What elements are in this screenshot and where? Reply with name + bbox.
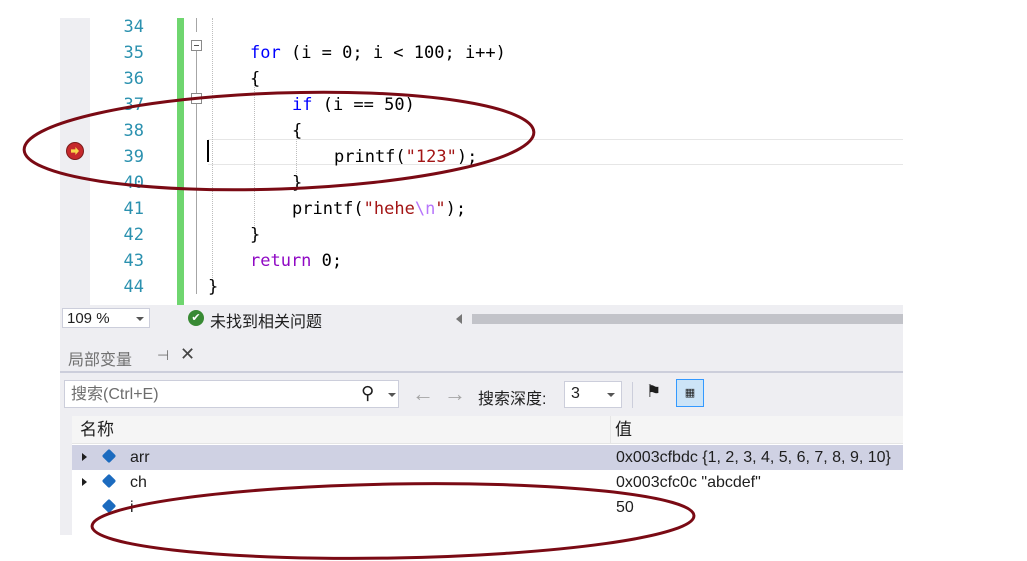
zoom-value: 109 % xyxy=(67,310,110,327)
vs-debugger-window: 34 35 for (i = 0; i < 100; i++) 36 {37 if (i … xyxy=(60,18,903,535)
scroll-left-icon[interactable] xyxy=(456,314,462,324)
table-row[interactable]: arr 0x003cfbdc {1, 2, 3, 4, 5, 6, 7, 8, … xyxy=(72,445,903,470)
code-token: \n xyxy=(414,199,436,219)
expand-arrow-icon[interactable] xyxy=(82,478,87,486)
issues-status[interactable]: 未找到相关问题 xyxy=(210,308,322,332)
chevron-down-icon xyxy=(607,393,615,397)
text-caret xyxy=(207,140,209,162)
variable-name: i xyxy=(130,499,134,516)
line-number: 40 xyxy=(123,173,144,193)
line-number: 36 xyxy=(123,69,144,89)
code-token: printf( xyxy=(334,147,406,167)
code-token: 0; xyxy=(311,251,343,271)
code-line[interactable]: printf("hehe\n"); xyxy=(292,196,466,222)
pin-icon[interactable]: ⊣ xyxy=(157,347,169,364)
collapse-if-block-icon[interactable] xyxy=(191,93,202,104)
line-number: 44 xyxy=(123,277,144,297)
line-number: 39 xyxy=(123,147,144,167)
variable-name: ch xyxy=(130,474,147,491)
search-depth-value: 3 xyxy=(571,385,580,402)
code-token: return xyxy=(250,251,312,271)
horizontal-scrollbar[interactable] xyxy=(472,314,903,324)
variable-value[interactable]: 0x003cfc0c "abcdef" xyxy=(616,470,761,495)
outline-line xyxy=(196,18,197,32)
code-token: { xyxy=(292,121,303,141)
code-editor[interactable]: 34 35 for (i = 0; i < 100; i++) 36 {37 if (i … xyxy=(60,18,903,305)
breakpoint-current-statement-icon[interactable] xyxy=(66,142,84,160)
change-tracking-bar xyxy=(177,18,184,305)
check-circle-icon: ✔ xyxy=(188,310,204,326)
code-token: if xyxy=(292,95,313,115)
line-number: 34 xyxy=(123,18,144,37)
chevron-down-icon xyxy=(136,317,144,321)
code-token: "hehe xyxy=(363,199,415,219)
pin-filter-icon[interactable]: ⚑ xyxy=(646,382,661,402)
line-number: 43 xyxy=(123,251,144,271)
search-icon[interactable]: ⚲ xyxy=(361,383,374,404)
line-number: 41 xyxy=(123,199,144,219)
line-number: 35 xyxy=(123,43,144,63)
code-line[interactable]: } xyxy=(250,222,260,248)
indent-guide xyxy=(254,78,255,240)
search-box[interactable]: ⚲ xyxy=(64,380,399,408)
toolbar-separator xyxy=(632,382,633,408)
code-line[interactable]: for (i = 0; i < 100; i++) xyxy=(250,40,506,66)
code-token: "123" xyxy=(405,147,457,167)
code-token: (i = 0; i < 100; i++) xyxy=(280,43,506,63)
glyph-margin[interactable] xyxy=(60,18,90,305)
editor-status-strip: 109 % ✔ 未找到相关问题 xyxy=(60,305,903,332)
variable-icon xyxy=(101,498,117,514)
line-number: 38 xyxy=(123,121,144,141)
search-input[interactable] xyxy=(69,383,353,407)
search-depth-dropdown[interactable]: 3 xyxy=(564,381,622,408)
line-number: 37 xyxy=(123,95,144,115)
code-token: ); xyxy=(445,199,467,219)
close-icon[interactable]: ✕ xyxy=(180,344,195,365)
zoom-dropdown[interactable]: 109 % xyxy=(62,308,150,328)
locals-panel: 局部变量 ⊣ ✕ ⚲ ← → 搜索深度: 3 ⚑ ▦ 名称 值 arr 0x00… xyxy=(60,332,903,535)
code-token: } xyxy=(208,277,219,297)
code-token: ); xyxy=(456,147,478,167)
code-line[interactable]: } xyxy=(208,274,218,300)
variable-icon xyxy=(101,473,117,489)
code-token: { xyxy=(250,69,261,89)
collapse-for-block-icon[interactable] xyxy=(191,40,202,51)
line-number: 42 xyxy=(123,225,144,245)
column-header-value[interactable]: 值 xyxy=(611,416,903,444)
code-line[interactable]: { xyxy=(250,66,260,92)
variable-name: arr xyxy=(130,449,150,466)
expand-arrow-icon[interactable] xyxy=(82,453,87,461)
variable-icon xyxy=(101,448,117,464)
outline-line xyxy=(196,51,197,93)
table-row[interactable]: i 50 xyxy=(72,495,903,520)
current-line-highlight xyxy=(208,139,903,165)
code-token: } xyxy=(250,225,261,245)
tab-divider xyxy=(60,371,903,373)
code-line[interactable]: } xyxy=(292,170,302,196)
code-token: } xyxy=(292,173,303,193)
code-token: (i == 50) xyxy=(312,95,415,115)
column-header-name[interactable]: 名称 xyxy=(72,416,611,444)
code-token: printf( xyxy=(292,199,364,219)
hex-display-toggle-icon[interactable]: ▦ xyxy=(676,379,704,407)
code-line[interactable]: if (i == 50) xyxy=(292,92,415,118)
table-row[interactable]: ch 0x003cfc0c "abcdef" xyxy=(72,470,903,495)
code-line[interactable]: printf("123"); xyxy=(334,144,477,170)
outline-line xyxy=(196,104,197,294)
indent-guide xyxy=(212,18,213,288)
code-line[interactable]: { xyxy=(292,118,302,144)
code-token: " xyxy=(435,199,446,219)
back-arrow-icon[interactable]: ← xyxy=(412,381,434,407)
search-options-chevron-icon[interactable] xyxy=(388,393,396,397)
locals-tab-title[interactable]: 局部变量 xyxy=(68,346,132,370)
forward-arrow-icon[interactable]: → xyxy=(444,381,466,407)
variable-value[interactable]: 50 xyxy=(616,495,634,520)
variable-value[interactable]: 0x003cfbdc {1, 2, 3, 4, 5, 6, 7, 8, 9, 1… xyxy=(616,445,891,470)
locals-grid: 名称 值 arr 0x003cfbdc {1, 2, 3, 4, 5, 6, 7… xyxy=(72,416,903,535)
code-token: for xyxy=(250,43,281,63)
code-line[interactable]: return 0; xyxy=(250,248,342,274)
search-depth-label: 搜索深度: xyxy=(478,391,547,408)
